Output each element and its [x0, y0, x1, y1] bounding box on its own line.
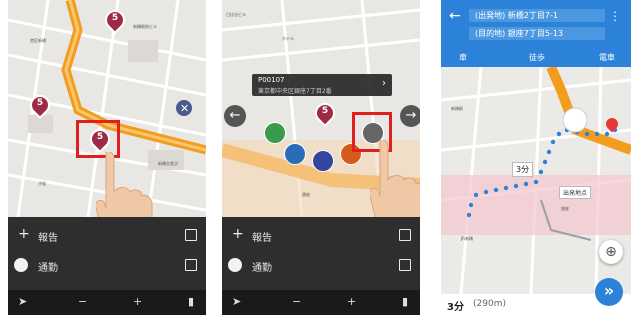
next-button[interactable]: → — [400, 105, 420, 127]
transport-mode-tabs: 車 徒歩 電車 — [441, 50, 631, 67]
chevron-right-icon: › — [382, 78, 386, 89]
bottom-toolbar: ➤ − + ▮ — [222, 290, 420, 315]
edit-icon[interactable] — [185, 229, 197, 241]
phone-icon[interactable] — [264, 122, 286, 144]
start-navigation-button[interactable]: » — [595, 278, 623, 306]
svg-text:銀座: 銀座 — [561, 205, 569, 211]
svg-text:ホテル: ホテル — [282, 35, 294, 41]
map-pin-label: 5 — [111, 13, 119, 23]
screenshot-panel-1: 港区新橋 新橋駅前ビル 新橋交差点 汐留 ✕ 5 5 5 + 報告 通勤 ➤ −… — [8, 0, 206, 315]
layers-icon[interactable]: ▮ — [402, 295, 408, 308]
location-popup[interactable]: P00107 東京都中央区銀座7丁目2番 › — [252, 74, 392, 96]
zoom-in-button[interactable]: + — [133, 295, 142, 308]
map-pin-label: 5 — [321, 106, 329, 116]
back-button[interactable]: ← — [449, 8, 461, 24]
svg-text:日比谷ビル: 日比谷ビル — [226, 11, 246, 17]
previous-button[interactable]: ← — [224, 105, 246, 127]
zoom-in-button[interactable]: + — [347, 295, 356, 308]
screenshot-panel-3: JR新橋 銀座 新橋駅 3分 出発地点 ⊕ ← (出発地) 新橋2丁目7-1 (… — [441, 0, 631, 315]
screenshot-panel-2: 日比谷ビル ホテル 銀座 P00107 東京都中央区銀座7丁目2番 › 5 ← … — [222, 0, 420, 315]
edit-icon[interactable] — [185, 259, 197, 271]
mode-tab-car[interactable]: 車 — [459, 52, 467, 63]
route-distance: (290m) — [473, 299, 506, 309]
svg-text:汐留: 汐留 — [38, 180, 46, 186]
row-label: 報告 — [38, 233, 58, 244]
popup-title: P00107 — [258, 76, 285, 84]
map-view[interactable]: 日比谷ビル ホテル 銀座 P00107 東京都中央区銀座7丁目2番 › 5 ← … — [222, 0, 420, 230]
plus-icon: + — [18, 226, 30, 242]
bottom-sheet: + 報告 通勤 — [8, 217, 206, 290]
bottom-sheet: + 報告 通勤 — [222, 217, 420, 290]
edit-icon[interactable] — [399, 229, 411, 241]
sheet-row-report[interactable]: + 報告 — [8, 220, 206, 250]
navigate-icon[interactable]: ➤ — [18, 295, 27, 308]
bottom-toolbar: ➤ − + ▮ — [8, 290, 206, 315]
svg-text:新橋駅: 新橋駅 — [451, 105, 463, 111]
mode-tab-train[interactable]: 電車 — [599, 52, 615, 63]
sheet-row-commute[interactable]: 通勤 — [222, 250, 420, 280]
row-label: 通勤 — [38, 263, 58, 274]
map-callout: 出発地点 — [559, 186, 592, 199]
svg-text:港区新橋: 港区新橋 — [30, 37, 46, 43]
destination-field[interactable]: (目的地) 銀座7丁目5-13 — [469, 27, 605, 40]
info-icon[interactable] — [312, 150, 334, 172]
sheet-row-commute[interactable]: 通勤 — [8, 250, 206, 280]
row-label: 通勤 — [252, 263, 272, 274]
zoom-out-button[interactable]: − — [292, 295, 301, 308]
svg-text:新橋交差点: 新橋交差点 — [158, 160, 178, 166]
map-view[interactable]: 港区新橋 新橋駅前ビル 新橋交差点 汐留 ✕ 5 5 5 — [8, 0, 206, 242]
route-header: ← (出発地) 新橋2丁目7-1 (目的地) 銀座7丁目5-13 ⋮ 車 徒歩 … — [441, 0, 631, 67]
circle-icon — [228, 258, 242, 272]
zoom-out-button[interactable]: − — [78, 295, 87, 308]
origin-field[interactable]: (出発地) 新橋2丁目7-1 — [469, 9, 605, 22]
my-location-button[interactable]: ⊕ — [599, 240, 623, 264]
svg-text:新橋駅前ビル: 新橋駅前ビル — [133, 23, 157, 29]
navigate-icon[interactable]: ➤ — [232, 295, 241, 308]
circle-icon — [14, 258, 28, 272]
mode-tab-walk[interactable]: 徒歩 — [529, 52, 545, 63]
svg-text:✕: ✕ — [180, 102, 189, 115]
plus-icon: + — [232, 226, 244, 242]
edit-icon[interactable] — [399, 259, 411, 271]
layers-icon[interactable]: ▮ — [188, 295, 194, 308]
more-menu-icon[interactable]: ⋮ — [609, 9, 621, 23]
map-pin-label: 5 — [36, 98, 44, 108]
sheet-row-report[interactable]: + 報告 — [222, 220, 420, 250]
row-label: 報告 — [252, 233, 272, 244]
svg-text:JR新橋: JR新橋 — [460, 235, 473, 241]
svg-text:銀座: 銀座 — [302, 191, 310, 197]
share-icon[interactable] — [284, 143, 306, 165]
popup-subtitle: 東京都中央区銀座7丁目2番 — [258, 88, 332, 95]
route-duration: 3分 — [447, 302, 464, 313]
route-time-label: 3分 — [512, 162, 534, 177]
